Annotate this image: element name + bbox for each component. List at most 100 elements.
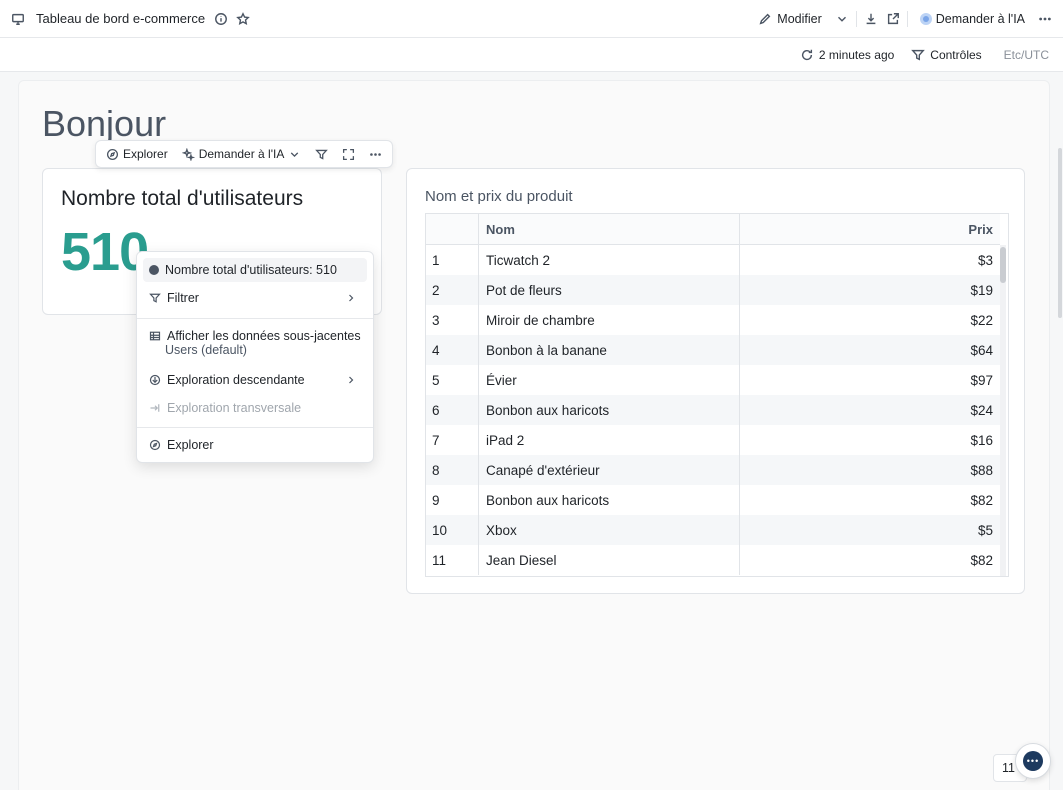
row-name: Pot de fleurs (479, 275, 740, 305)
header-price[interactable]: Prix (740, 214, 1000, 244)
row-index: 2 (426, 275, 479, 305)
table-row[interactable]: 8 Canapé d'extérieur $88 (426, 455, 1000, 485)
refresh-button[interactable]: 2 minutes ago (793, 43, 900, 67)
card-ask-ai-button[interactable]: Demander à l'IA (178, 145, 306, 163)
row-price: $82 (970, 552, 993, 568)
row-index: 3 (426, 305, 479, 335)
edit-button[interactable]: Modifier (751, 7, 827, 31)
card-more-button[interactable] (365, 146, 386, 163)
share-icon[interactable] (885, 11, 901, 27)
filter-icon (149, 293, 161, 303)
row-name: Jean Diesel (479, 545, 740, 575)
explore-button[interactable]: Explorer (102, 145, 172, 163)
table-card[interactable]: Nom et prix du produit Nom Prix 1 Ticwatc… (406, 168, 1025, 594)
menu-drill-across-label: Exploration transversale (167, 401, 302, 415)
kpi-title: Nombre total d'utilisateurs (61, 187, 304, 210)
context-menu: Nombre total d'utilisateurs: 510 Filtrer… (136, 251, 374, 463)
star-icon[interactable] (235, 11, 251, 27)
menu-item-value[interactable]: Nombre total d'utilisateurs: 510 (143, 258, 367, 282)
row-price: $64 (970, 342, 993, 358)
card-filter-button[interactable] (311, 146, 332, 163)
info-icon[interactable] (213, 11, 229, 27)
table-row[interactable]: 11 Jean Diesel $82 (426, 545, 1000, 575)
divider (855, 11, 857, 27)
row-price: $3 (977, 252, 993, 268)
fullscreen-button[interactable] (338, 146, 359, 163)
table-row[interactable]: 9 Bonbon aux haricots $82 (426, 485, 1000, 515)
chevron-down-icon[interactable] (834, 11, 850, 27)
chat-button[interactable]: ••• (1015, 743, 1051, 779)
row-name: Bonbon à la banane (479, 335, 740, 365)
row-name: Bonbon aux haricots (479, 485, 740, 515)
filter-icon (315, 149, 329, 160)
table-header: Nom Prix (426, 214, 1000, 245)
row-name: Miroir de chambre (479, 305, 740, 335)
divider (906, 11, 908, 27)
expand-icon (343, 148, 355, 160)
table-row[interactable]: 5 Évier $97 (426, 365, 1000, 395)
row-index: 1 (426, 245, 479, 275)
row-name: Évier (479, 365, 740, 395)
row-index: 9 (426, 485, 479, 515)
row-name: Ticwatch 2 (479, 245, 740, 275)
menu-underlying-label: Afficher les données sous-jacentes (167, 329, 361, 343)
product-table: Nom Prix 1 Ticwatch 2 $3 2 Pot de fleurs $19… (425, 213, 1009, 577)
more-icon (370, 152, 382, 156)
row-index: 4 (426, 335, 479, 365)
dashboard-subheader: 2 minutes ago Contrôles Etc/UTC (0, 38, 1063, 72)
row-index: 11 (426, 545, 479, 575)
sparkle-icon (181, 147, 195, 161)
row-name: iPad 2 (479, 425, 740, 455)
header-name[interactable]: Nom (479, 214, 740, 244)
table-scrollbar[interactable] (1000, 245, 1006, 576)
menu-item-filter[interactable]: Filtrer (143, 286, 367, 310)
card-ask-ai-label: Demander à l'IA (198, 147, 285, 161)
series-dot-icon (149, 265, 159, 275)
table-row[interactable]: 4 Bonbon à la banane $64 (426, 335, 1000, 365)
drill-across-icon (150, 404, 160, 412)
card-toolbar: Explorer Demander à l'IA (95, 140, 394, 168)
row-name: Xbox (479, 515, 740, 545)
row-index: 7 (426, 425, 479, 455)
table-row[interactable]: 10 Xbox $5 (426, 515, 1000, 545)
table-row[interactable]: 3 Miroir de chambre $22 (426, 305, 1000, 335)
greeting-heading: Bonjour (42, 103, 167, 144)
menu-item-drill-down[interactable]: Exploration descendante (143, 369, 367, 391)
controls-label: Contrôles (930, 47, 982, 62)
menu-item-drill-across: Exploration transversale (143, 397, 367, 419)
table-row[interactable]: 1 Ticwatch 2 $3 (426, 245, 1000, 275)
table-scrollbar-thumb[interactable] (1000, 247, 1006, 283)
ask-ai-label: Demander à l'IA (935, 12, 1025, 26)
menu-divider (137, 427, 373, 428)
menu-item-explore[interactable]: Explorer (143, 434, 367, 456)
table-row[interactable]: 2 Pot de fleurs $19 (426, 275, 1000, 305)
table-icon (149, 331, 161, 341)
header-index (426, 214, 479, 244)
row-name: Bonbon aux haricots (479, 395, 740, 425)
more-icon[interactable] (1037, 11, 1053, 27)
chevron-down-icon (291, 151, 299, 157)
explore-label: Explorer (123, 147, 168, 161)
chevron-right-icon (349, 294, 354, 302)
row-price: $24 (970, 402, 993, 418)
row-index: 5 (426, 365, 479, 395)
menu-underlying-sublabel: Users (default) (165, 343, 247, 357)
download-icon[interactable] (863, 11, 879, 27)
menu-drill-down-label: Exploration descendante (167, 373, 305, 387)
row-index: 6 (426, 395, 479, 425)
compass-icon (106, 148, 119, 160)
ask-ai-button[interactable]: Demander à l'IA (914, 8, 1031, 30)
table-row[interactable]: 6 Bonbon aux haricots $24 (426, 395, 1000, 425)
menu-divider (137, 318, 373, 319)
controls-button[interactable]: Contrôles (904, 43, 987, 67)
table-row[interactable]: 7 iPad 2 $16 (426, 425, 1000, 455)
menu-value-label: Nombre total d'utilisateurs: 510 (165, 263, 337, 277)
page-scrollbar[interactable] (1058, 148, 1062, 318)
chevron-right-icon (349, 376, 354, 384)
dashboard-title: Tableau de bord e-commerce (36, 11, 206, 26)
row-index: 10 (426, 515, 479, 545)
menu-filter-label: Filtrer (167, 291, 199, 305)
top-header: Tableau de bord e-commerce Modifier Dema… (0, 0, 1063, 38)
refresh-label: 2 minutes ago (818, 47, 895, 62)
compass-icon (149, 439, 161, 451)
